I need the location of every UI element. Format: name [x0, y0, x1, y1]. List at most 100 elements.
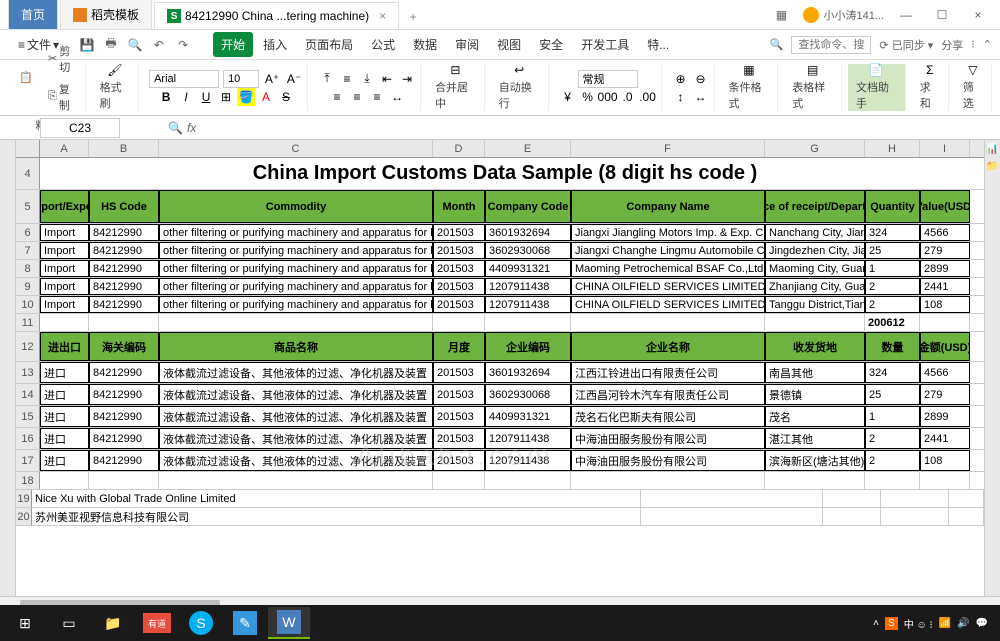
cell[interactable]: 2899 — [920, 406, 970, 427]
cell[interactable]: 3601932694 — [485, 362, 571, 383]
cell[interactable]: Nanchang City, Jiang — [765, 224, 865, 241]
cell[interactable]: 进口 — [40, 450, 89, 471]
cell[interactable]: 南昌其他 — [765, 362, 865, 383]
cell[interactable]: 84212990 — [89, 428, 159, 449]
filter-icon[interactable]: ▽ — [963, 63, 983, 77]
size-select[interactable] — [223, 70, 259, 88]
col-C[interactable]: C — [159, 140, 433, 157]
fx-icon[interactable]: fx — [187, 121, 196, 135]
cell[interactable] — [949, 490, 984, 507]
inc-dec-icon[interactable]: .0 — [619, 88, 637, 106]
cell[interactable]: 84212990 — [89, 278, 159, 295]
row-header[interactable]: 14 — [16, 384, 40, 405]
cell[interactable]: 商品名称 — [159, 332, 433, 361]
row-header[interactable]: 17 — [16, 450, 40, 471]
merge-icon[interactable]: ⊟ — [445, 63, 465, 77]
cell[interactable]: 279 — [920, 242, 970, 259]
cell[interactable]: 200612 — [865, 314, 920, 331]
cell[interactable]: 3602930068 — [485, 384, 571, 405]
cell[interactable]: 2 — [865, 296, 920, 313]
wrap-icon[interactable]: ↩ — [509, 63, 529, 77]
cell[interactable]: 84212990 — [89, 260, 159, 277]
cell[interactable]: 84212990 — [89, 384, 159, 405]
cell[interactable] — [881, 490, 949, 507]
sync-status[interactable]: ⟳ 已同步 ▾ — [879, 37, 933, 53]
cell[interactable]: Tanggu District,Tianji — [765, 296, 865, 313]
cell[interactable]: Nice Xu with Global Trade Online Limited — [32, 490, 641, 507]
col-width-icon[interactable]: ↔ — [692, 88, 710, 106]
redo-icon[interactable]: ↷ — [173, 35, 193, 55]
cell[interactable]: 4566 — [920, 224, 970, 241]
tray-sogou-icon[interactable]: S — [885, 617, 898, 630]
cell[interactable] — [865, 472, 920, 489]
cell[interactable]: 324 — [865, 362, 920, 383]
app1-button[interactable]: 有道 — [136, 607, 178, 639]
col-A[interactable]: A — [40, 140, 89, 157]
cell[interactable]: 2899 — [920, 260, 970, 277]
row-header[interactable]: 4 — [16, 158, 40, 189]
maximize-button[interactable]: ☐ — [928, 5, 956, 25]
cell[interactable]: 201503 — [433, 242, 485, 259]
close-button[interactable]: × — [964, 5, 992, 25]
align-top-icon[interactable]: ⤒ — [318, 70, 336, 88]
cell[interactable]: 25 — [865, 242, 920, 259]
row-header[interactable]: 10 — [16, 296, 40, 313]
cell[interactable] — [571, 472, 765, 489]
cell[interactable]: 201503 — [433, 296, 485, 313]
cell[interactable]: Maoming Petrochemical BSAF Co.,Ltd — [571, 260, 765, 277]
cell[interactable] — [40, 472, 89, 489]
cell[interactable]: 1207911438 — [485, 450, 571, 471]
cell[interactable]: 1207911438 — [485, 296, 571, 313]
cell[interactable]: Jiangxi Changhe Lingmu Automobile C — [571, 242, 765, 259]
tray-ime-icon[interactable]: 中 ☺ ⁝ — [904, 616, 933, 631]
wps-button[interactable]: W — [268, 607, 310, 639]
cell[interactable]: other filtering or purifying machinery a… — [159, 242, 433, 259]
cell[interactable] — [40, 314, 89, 331]
panel-icon-2[interactable]: 📁 — [986, 161, 998, 172]
cell[interactable]: Month — [433, 190, 485, 223]
cell[interactable]: 84212990 — [89, 450, 159, 471]
percent-icon[interactable]: % — [579, 88, 597, 106]
comma-icon[interactable]: 000 — [599, 88, 617, 106]
explorer-button[interactable]: 📁 — [92, 607, 134, 639]
tray-sound-icon[interactable]: 🔊 — [957, 618, 969, 629]
cell[interactable]: Import — [40, 296, 89, 313]
row-header[interactable]: 9 — [16, 278, 40, 295]
search-input[interactable] — [791, 36, 871, 54]
taskview-button[interactable]: ▭ — [48, 607, 90, 639]
tab-home[interactable]: 首页 — [8, 0, 58, 29]
cell[interactable]: 4409931321 — [485, 260, 571, 277]
cell[interactable]: 滨海新区(塘沽其他) — [765, 450, 865, 471]
cell[interactable]: other filtering or purifying machinery a… — [159, 296, 433, 313]
preview-icon[interactable]: 🔍 — [125, 35, 145, 55]
dec-dec-icon[interactable]: .00 — [639, 88, 657, 106]
col-H[interactable]: H — [865, 140, 920, 157]
cell[interactable]: other filtering or purifying machinery a… — [159, 260, 433, 277]
cell[interactable]: Import — [40, 224, 89, 241]
cell[interactable]: 3602930068 — [485, 242, 571, 259]
row-header[interactable]: 7 — [16, 242, 40, 259]
cell[interactable]: 1 — [865, 260, 920, 277]
row-header[interactable]: 20 — [16, 508, 32, 525]
cell[interactable]: 84212990 — [89, 406, 159, 427]
cell[interactable]: CHINA OILFIELD SERVICES LIMITED — [571, 296, 765, 313]
collapse-icon[interactable]: ⌃ — [983, 38, 992, 51]
tray-up-icon[interactable]: ˄ — [873, 618, 879, 629]
font-color-button[interactable]: A — [257, 88, 275, 106]
cut-button[interactable]: ✂ 剪切 — [44, 41, 81, 77]
cell[interactable]: 液体截流过滤设备、其他液体的过滤、净化机器及装置 — [159, 362, 433, 383]
cell[interactable]: 中海油田服务股份有限公司 — [571, 450, 765, 471]
cell[interactable] — [765, 472, 865, 489]
cell[interactable] — [433, 472, 485, 489]
start-button[interactable]: ⊞ — [4, 607, 46, 639]
bold-button[interactable]: B — [157, 88, 175, 106]
cell[interactable] — [641, 490, 822, 507]
ribbon-layout[interactable]: 页面布局 — [297, 32, 361, 57]
cell[interactable]: 84212990 — [89, 296, 159, 313]
cell[interactable]: 2441 — [920, 428, 970, 449]
align-center-icon[interactable]: ≡ — [348, 88, 366, 106]
doc-icon[interactable]: 📄 — [866, 63, 886, 77]
cell[interactable]: place of receipt/Departure — [765, 190, 865, 223]
row-header[interactable]: 5 — [16, 190, 40, 223]
ribbon-data[interactable]: 数据 — [405, 32, 445, 57]
